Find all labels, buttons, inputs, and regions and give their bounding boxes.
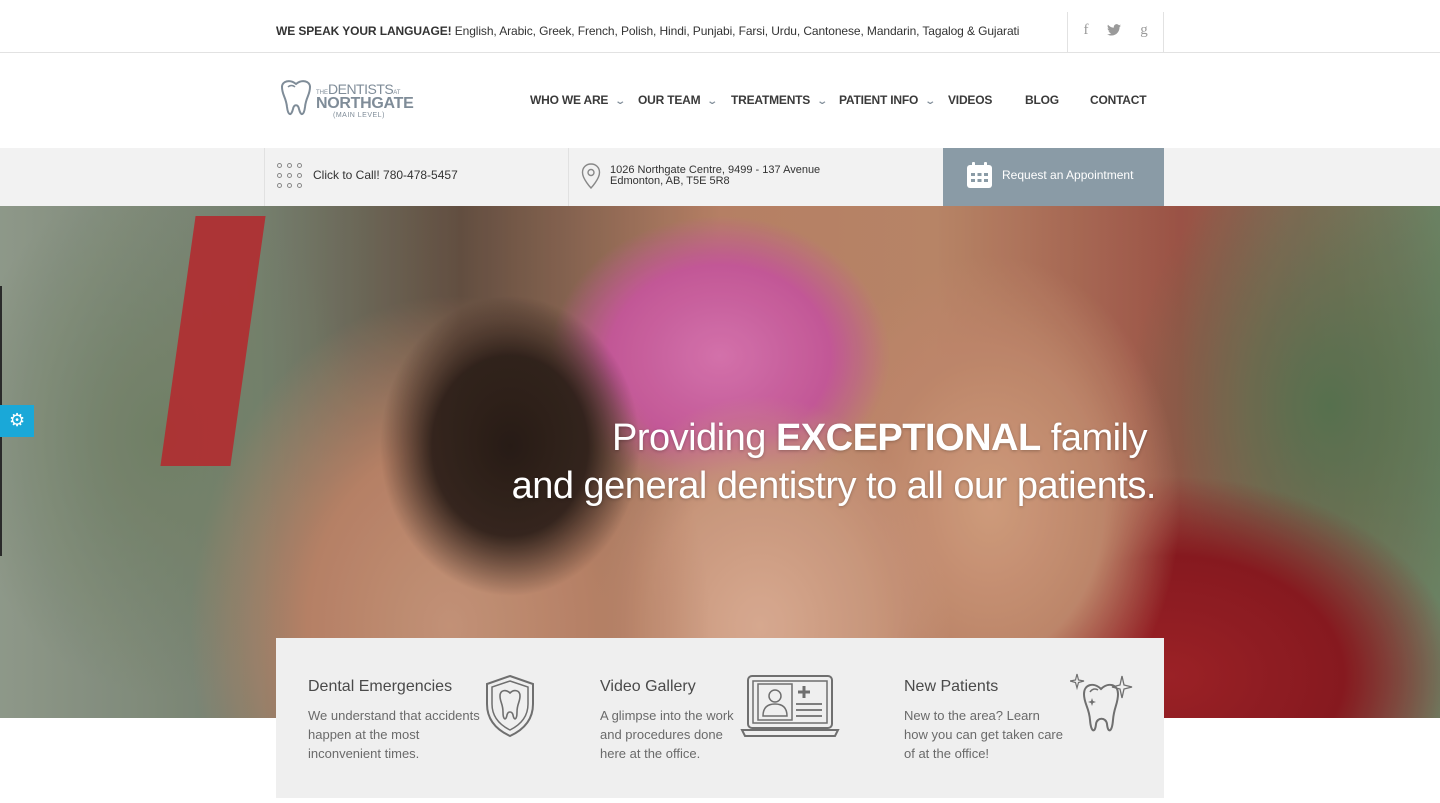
nav-label: OUR TEAM: [638, 93, 701, 107]
nav-treatments[interactable]: TREATMENTS ⌄: [731, 93, 828, 107]
twitter-icon[interactable]: [1104, 23, 1124, 39]
chevron-down-icon: ⌄: [614, 96, 627, 107]
features-panel: Dental Emergencies We understand that ac…: [276, 638, 1164, 798]
language-bold-label: WE SPEAK YOUR LANGUAGE!: [276, 24, 452, 38]
feature-description: A glimpse into the work and procedures d…: [600, 708, 734, 761]
social-links: f g: [1067, 12, 1164, 53]
nav-label: VIDEOS: [948, 93, 993, 107]
info-bar: Click to Call! 780-478-5457 1026 Northga…: [0, 148, 1440, 206]
hero-headline-line-1: Providing EXCEPTIONAL family: [0, 417, 1148, 460]
nav-contact[interactable]: CONTACT: [1090, 93, 1147, 107]
feature-video-gallery[interactable]: Video Gallery A glimpse into the work an…: [600, 638, 890, 798]
language-bar: WE SPEAK YOUR LANGUAGE! English, Arabic,…: [0, 0, 1440, 53]
map-pin-icon: [581, 163, 601, 189]
nav-label: PATIENT INFO: [839, 93, 919, 107]
call-text: Click to Call! 780-478-5457: [313, 168, 458, 182]
hero-headline-line-2: and general dentistry to all our patient…: [511, 465, 1157, 507]
request-appointment-button[interactable]: Request an Appointment: [943, 148, 1164, 206]
nav-videos[interactable]: VIDEOS: [948, 93, 992, 107]
nav-label: BLOG: [1025, 93, 1059, 107]
laptop-profile-icon: [740, 675, 840, 737]
gear-icon: ⚙: [9, 410, 26, 430]
feature-title: New Patients: [904, 678, 999, 695]
hero-line1-pre: Providing: [611, 417, 776, 459]
main-nav: WHO WE ARE ⌄ OUR TEAM ⌄ TREATMENTS ⌄ PATIEN…: [0, 93, 1440, 113]
nav-blog[interactable]: BLOG: [1025, 93, 1059, 107]
chevron-down-icon: ⌄: [816, 96, 828, 107]
call-link[interactable]: Click to Call! 780-478-5457: [264, 148, 569, 206]
address-block[interactable]: 1026 Northgate Centre, 9499 - 137 Avenue…: [569, 148, 943, 206]
nav-who-we-are[interactable]: WHO WE ARE ⌄: [530, 93, 627, 107]
dialpad-icon: [277, 163, 305, 191]
language-text: WE SPEAK YOUR LANGUAGE! English, Arabic,…: [276, 24, 1019, 38]
nav-our-team[interactable]: OUR TEAM ⌄: [638, 93, 719, 107]
nav-patient-info[interactable]: PATIENT INFO ⌄: [839, 93, 937, 107]
calendar-icon: [967, 162, 992, 188]
feature-dental-emergencies[interactable]: Dental Emergencies We understand that ac…: [308, 638, 598, 798]
nav-label: TREATMENTS: [731, 93, 811, 107]
appointment-label: Request an Appointment: [1002, 168, 1134, 182]
sparkling-tooth-icon: [1070, 673, 1133, 732]
feature-title: Dental Emergencies: [308, 678, 453, 695]
feature-title: Video Gallery: [600, 678, 696, 695]
feature-description: New to the area? Learn how you can get t…: [904, 708, 1063, 761]
google-plus-icon[interactable]: g: [1134, 22, 1154, 39]
facebook-icon[interactable]: f: [1076, 22, 1096, 39]
feature-new-patients[interactable]: New Patients New to the area? Learn how …: [904, 638, 1164, 798]
nav-label: WHO WE ARE: [530, 93, 609, 107]
hero-line1-post: family: [1040, 417, 1148, 459]
address-line-2: Edmonton, AB, T5E 5R8: [610, 175, 730, 187]
feature-description: We understand that accidents happen at t…: [308, 708, 480, 761]
nav-label: CONTACT: [1090, 93, 1147, 107]
settings-tab[interactable]: ⚙: [0, 405, 34, 437]
tooth-shield-icon: [486, 674, 534, 738]
logo-level: (MAIN LEVEL): [333, 112, 385, 119]
chevron-down-icon: ⌄: [706, 96, 719, 107]
hero-line1-bold: EXCEPTIONAL: [775, 417, 1041, 459]
site-header: THEDENTISTSAT NORTHGATE (MAIN LEVEL) WHO…: [0, 53, 1440, 148]
chevron-down-icon: ⌄: [924, 96, 937, 107]
language-list: English, Arabic, Greek, French, Polish, …: [451, 24, 1020, 38]
